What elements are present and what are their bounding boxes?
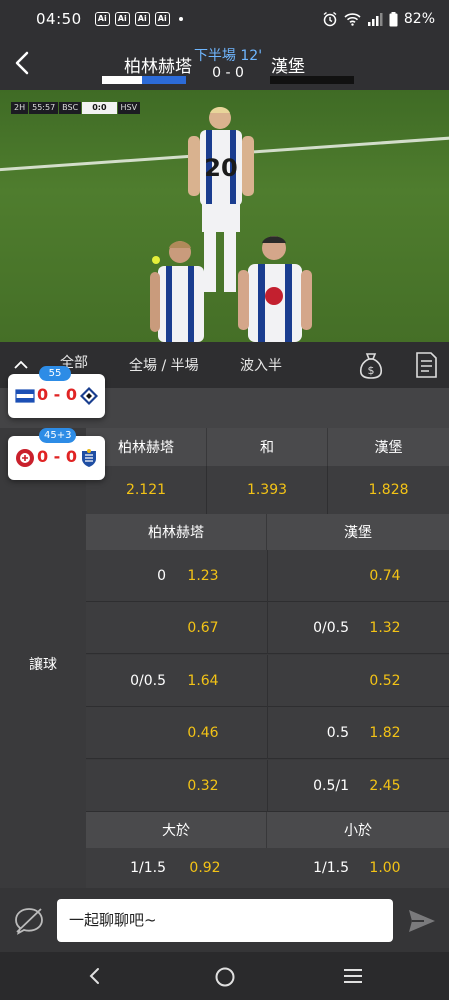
tab-second-half[interactable]: 波入半: [240, 355, 282, 375]
handicap-home-line: [86, 602, 166, 654]
chevron-up-icon[interactable]: [14, 358, 28, 372]
match-card[interactable]: 55 0 - 0: [8, 366, 105, 418]
handicap-home-line: [86, 760, 166, 812]
scorebug-score: 0:0: [82, 102, 117, 114]
handicap-away-line: [267, 550, 349, 602]
handicap-home-line: [86, 707, 166, 759]
video-scorebug: 2H 55:57 BSC 0:0 HSV: [11, 102, 141, 114]
handicap-away-line: 0.5/1: [313, 778, 349, 794]
ai-notification-icon: Ai: [94, 12, 110, 26]
girona-logo-icon: [16, 449, 34, 467]
jersey-number: 20: [204, 154, 237, 182]
document-icon[interactable]: [412, 350, 440, 380]
totals-under-line: 1/1.5: [313, 860, 349, 876]
ai-notification-icon: Ai: [154, 12, 170, 26]
alarm-icon: [323, 11, 337, 27]
scorebug-period: 2H: [11, 102, 29, 114]
player-figure: [238, 236, 312, 342]
hsv-logo-icon: [80, 387, 98, 405]
match-minute-badge: 55: [39, 366, 71, 381]
handicap-away-line: [267, 655, 349, 707]
totals-under-odds[interactable]: 1.00: [360, 848, 410, 888]
match-period: 下半場 12': [193, 48, 263, 64]
system-nav-bar: [0, 952, 449, 1000]
handicap-header-away: 漢堡: [344, 525, 372, 541]
odds-header-away: 漢堡: [374, 440, 403, 456]
notification-dot-icon: [178, 17, 183, 21]
handicap-header-home: 柏林赫塔: [86, 514, 267, 550]
match-card[interactable]: 45+3 0 - 0: [8, 428, 105, 480]
ai-notification-icon: Ai: [134, 12, 150, 26]
wifi-icon: [344, 13, 361, 26]
scorebug-home: BSC: [59, 102, 82, 114]
nav-recents-icon[interactable]: [343, 968, 363, 984]
ai-notification-icon: Ai: [114, 12, 130, 26]
player-figure: [150, 241, 204, 342]
signal-icon: [367, 13, 383, 26]
real-sociedad-logo-icon: [82, 449, 96, 467]
handicap-home-odds[interactable]: 0.46: [178, 707, 228, 759]
tab-full-half[interactable]: 全場 / 半場: [129, 355, 199, 375]
away-possession-bar: [270, 76, 354, 84]
handicap-home-odds[interactable]: 1.64: [178, 655, 228, 707]
match-card-score: 0 - 0: [36, 447, 78, 466]
away-team-name: 漢堡: [271, 57, 305, 77]
chat-input[interactable]: 一起聊聊吧~: [57, 899, 393, 942]
status-time: 04:50: [36, 10, 82, 28]
match-score: 0 - 0: [212, 65, 244, 81]
totals-over-line: 1/1.5: [130, 860, 166, 876]
totals-over-odds[interactable]: 0.92: [180, 848, 230, 888]
handicap-away-odds[interactable]: 0.52: [360, 655, 410, 707]
odds-1x2-draw[interactable]: 1.393: [207, 466, 328, 514]
odds-1x2-away[interactable]: 1.828: [328, 466, 449, 514]
handicap-away-odds[interactable]: 0.74: [360, 550, 410, 602]
handicap-home-odds[interactable]: 1.23: [178, 550, 228, 602]
handicap-home-odds[interactable]: 0.67: [178, 602, 228, 654]
scorebug-clock: 55:57: [29, 102, 59, 114]
ai-badges: Ai Ai Ai Ai: [90, 12, 170, 26]
handicap-home-line: 0/0.5: [130, 673, 166, 689]
chat-bar: 一起聊聊吧~: [0, 888, 449, 952]
totals-header-under: 小於: [344, 823, 372, 839]
send-icon[interactable]: [407, 908, 437, 934]
handicap-home-odds[interactable]: 0.32: [178, 760, 228, 812]
handicap-away-line: 0/0.5: [313, 620, 349, 636]
match-header: 柏林赫塔 下半場 12' 0 - 0 漢堡: [0, 38, 449, 102]
back-arrow-icon[interactable]: [8, 48, 38, 78]
chat-muted-icon[interactable]: [13, 906, 45, 936]
svg-text:$: $: [368, 364, 375, 377]
handicap-away-odds[interactable]: 1.32: [360, 602, 410, 654]
home-team-name: 柏林赫塔: [124, 57, 192, 77]
nav-home-icon[interactable]: [214, 966, 236, 988]
battery-percent: 82%: [403, 11, 435, 27]
totals-header-over: 大於: [86, 812, 267, 848]
nav-back-icon[interactable]: [86, 967, 104, 985]
match-card-score: 0 - 0: [36, 385, 78, 404]
handicap-away-line: 0.5: [326, 725, 349, 741]
battery-icon: [389, 11, 398, 26]
match-minute-badge: 45+3: [39, 428, 77, 443]
money-bag-icon[interactable]: $: [357, 350, 385, 380]
handicap-away-odds[interactable]: 1.82: [360, 707, 410, 759]
live-video[interactable]: 2H 55:57 BSC 0:0 HSV 20: [0, 90, 449, 342]
home-possession-bar: [102, 76, 186, 84]
scorebug-away: HSV: [117, 102, 141, 114]
handicap-label: 讓球: [29, 657, 57, 673]
handicap-away-odds[interactable]: 2.45: [360, 760, 410, 812]
football: [152, 256, 160, 264]
odds-header-draw: 和: [207, 428, 328, 466]
handicap-home-line: 0: [157, 568, 166, 584]
hertha-logo-icon: [15, 389, 35, 403]
status-bar: 04:50 Ai Ai Ai Ai 82%: [0, 0, 449, 38]
